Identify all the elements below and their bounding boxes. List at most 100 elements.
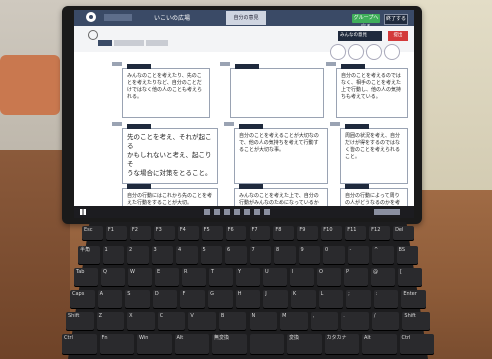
view-select[interactable]: みんなの意見 — [338, 31, 382, 41]
key[interactable]: F — [180, 290, 206, 308]
key[interactable]: Enter — [401, 290, 426, 308]
taskbar-app-icon[interactable] — [244, 209, 250, 215]
toolbar-tab-active[interactable] — [98, 40, 112, 46]
taskbar-app-icon[interactable] — [254, 209, 260, 215]
windows-start-icon[interactable] — [80, 209, 86, 215]
key[interactable]: G — [208, 290, 233, 308]
key[interactable]: Ctrl — [62, 334, 97, 354]
key[interactable]: L — [318, 290, 344, 308]
key[interactable]: , — [310, 312, 339, 330]
key[interactable]: 3 — [151, 246, 173, 264]
key[interactable]: Esc — [82, 226, 103, 240]
key[interactable]: [ — [398, 268, 422, 286]
key[interactable]: Del — [393, 226, 414, 240]
key[interactable]: Alt — [174, 334, 209, 354]
key[interactable]: D — [152, 290, 178, 308]
key[interactable]: Alt — [362, 334, 397, 354]
tool-circle-button[interactable] — [384, 44, 400, 60]
opinion-card[interactable]: みんなのことを考えたり、先のことを考えたりなど、自分のことだけではなく他の人のこ… — [122, 64, 210, 118]
key[interactable]: U — [263, 268, 287, 286]
key[interactable]: J — [263, 290, 288, 308]
opinion-card[interactable] — [230, 64, 324, 118]
tab-own-opinion[interactable]: 自分の意見 — [226, 11, 266, 25]
key[interactable]: F9 — [297, 226, 319, 240]
key[interactable]: ^ — [372, 246, 394, 264]
opinion-card[interactable]: 周囲の状況を考え、自分だけが得をするのではなく皆のことを考えられること。 — [340, 124, 408, 184]
key[interactable]: O — [317, 268, 341, 286]
key[interactable]: F7 — [249, 226, 271, 240]
key[interactable]: / — [371, 312, 400, 330]
key[interactable]: T — [209, 268, 233, 286]
key[interactable]: F1 — [105, 226, 127, 240]
opinion-card[interactable]: みんなのことを考えた上で、自分の行動がみんなのためになっているかを考えること。 — [234, 184, 328, 213]
taskbar-app-icon[interactable] — [214, 209, 220, 215]
key[interactable]: Fn — [99, 334, 134, 354]
taskbar-app-icon[interactable] — [234, 209, 240, 215]
taskbar-app-icon[interactable] — [264, 209, 270, 215]
opinion-card[interactable]: 自分の行動によって周りの人がどうなるのかを考える。 — [340, 184, 408, 213]
key[interactable]: ; — [346, 290, 371, 308]
key[interactable]: V — [188, 312, 216, 330]
key[interactable]: Tab — [74, 268, 98, 286]
key[interactable]: BS — [396, 246, 418, 264]
key[interactable]: @ — [371, 268, 395, 286]
key[interactable]: 変換 — [287, 334, 322, 354]
key[interactable] — [249, 334, 284, 354]
key[interactable]: Win — [137, 334, 172, 354]
key[interactable]: - — [347, 246, 369, 264]
key[interactable]: Ctrl — [399, 334, 434, 354]
key[interactable]: X — [127, 312, 155, 330]
key[interactable]: 0 — [323, 246, 345, 264]
tool-circle-button[interactable] — [348, 44, 364, 60]
toolbar-tab[interactable] — [114, 40, 144, 46]
key[interactable]: . — [341, 312, 369, 330]
key[interactable]: 9 — [298, 246, 320, 264]
key[interactable]: H — [235, 290, 261, 308]
key[interactable]: 無変換 — [212, 334, 247, 354]
key[interactable]: F4 — [177, 226, 199, 240]
key[interactable]: K — [290, 290, 316, 308]
key[interactable]: 半角 — [78, 246, 100, 264]
key[interactable]: Shift — [66, 312, 94, 330]
key[interactable]: E — [155, 268, 179, 286]
key[interactable]: M — [280, 312, 308, 330]
tool-circle-button[interactable] — [366, 44, 382, 60]
key[interactable]: 8 — [274, 246, 296, 264]
key[interactable]: F11 — [345, 226, 367, 240]
key[interactable]: : — [373, 290, 399, 308]
key[interactable]: Y — [236, 268, 260, 286]
taskbar-app-icon[interactable] — [204, 209, 210, 215]
key[interactable]: F6 — [225, 226, 247, 240]
key[interactable]: Z — [96, 312, 125, 330]
opinion-card-selected[interactable]: 先のことを考え、それが起こる かもしれないと考え、起こりそ うな場合に対策をとる… — [122, 124, 218, 184]
toolbar-tab[interactable] — [146, 40, 168, 46]
opinion-card[interactable]: 自分のことを考えることが大切なので、他の人の気持ちを考えて行動することが大切な事… — [234, 124, 328, 184]
key[interactable]: B — [218, 312, 247, 330]
key[interactable]: 1 — [102, 246, 124, 264]
key[interactable]: 7 — [249, 246, 271, 264]
key[interactable]: 6 — [225, 246, 247, 264]
key[interactable]: W — [128, 268, 152, 286]
key[interactable]: P — [344, 268, 368, 286]
key[interactable]: Caps — [70, 290, 95, 308]
key[interactable]: N — [249, 312, 278, 330]
key[interactable]: S — [125, 290, 150, 308]
key[interactable]: F5 — [201, 226, 223, 240]
tool-circle-button[interactable] — [330, 44, 346, 60]
key[interactable]: F2 — [129, 226, 151, 240]
key[interactable]: Shift — [402, 312, 430, 330]
system-tray[interactable] — [374, 209, 400, 215]
return-group-button[interactable]: グループへ戻る — [352, 14, 380, 30]
key[interactable]: F12 — [369, 226, 391, 240]
key[interactable]: F8 — [273, 226, 295, 240]
key[interactable]: C — [157, 312, 186, 330]
key[interactable]: 2 — [127, 246, 149, 264]
submit-button[interactable]: 提出 — [388, 31, 408, 41]
finish-button[interactable]: 終了する — [384, 14, 408, 25]
taskbar-app-icon[interactable] — [224, 209, 230, 215]
key[interactable]: A — [97, 290, 123, 308]
key[interactable]: R — [182, 268, 206, 286]
key[interactable]: F3 — [153, 226, 175, 240]
opinion-card[interactable]: 自分のことを考えるのではなく、相手のことを考えた上で行動し、他の人の気持ちも考え… — [336, 64, 408, 118]
key[interactable]: 5 — [200, 246, 222, 264]
